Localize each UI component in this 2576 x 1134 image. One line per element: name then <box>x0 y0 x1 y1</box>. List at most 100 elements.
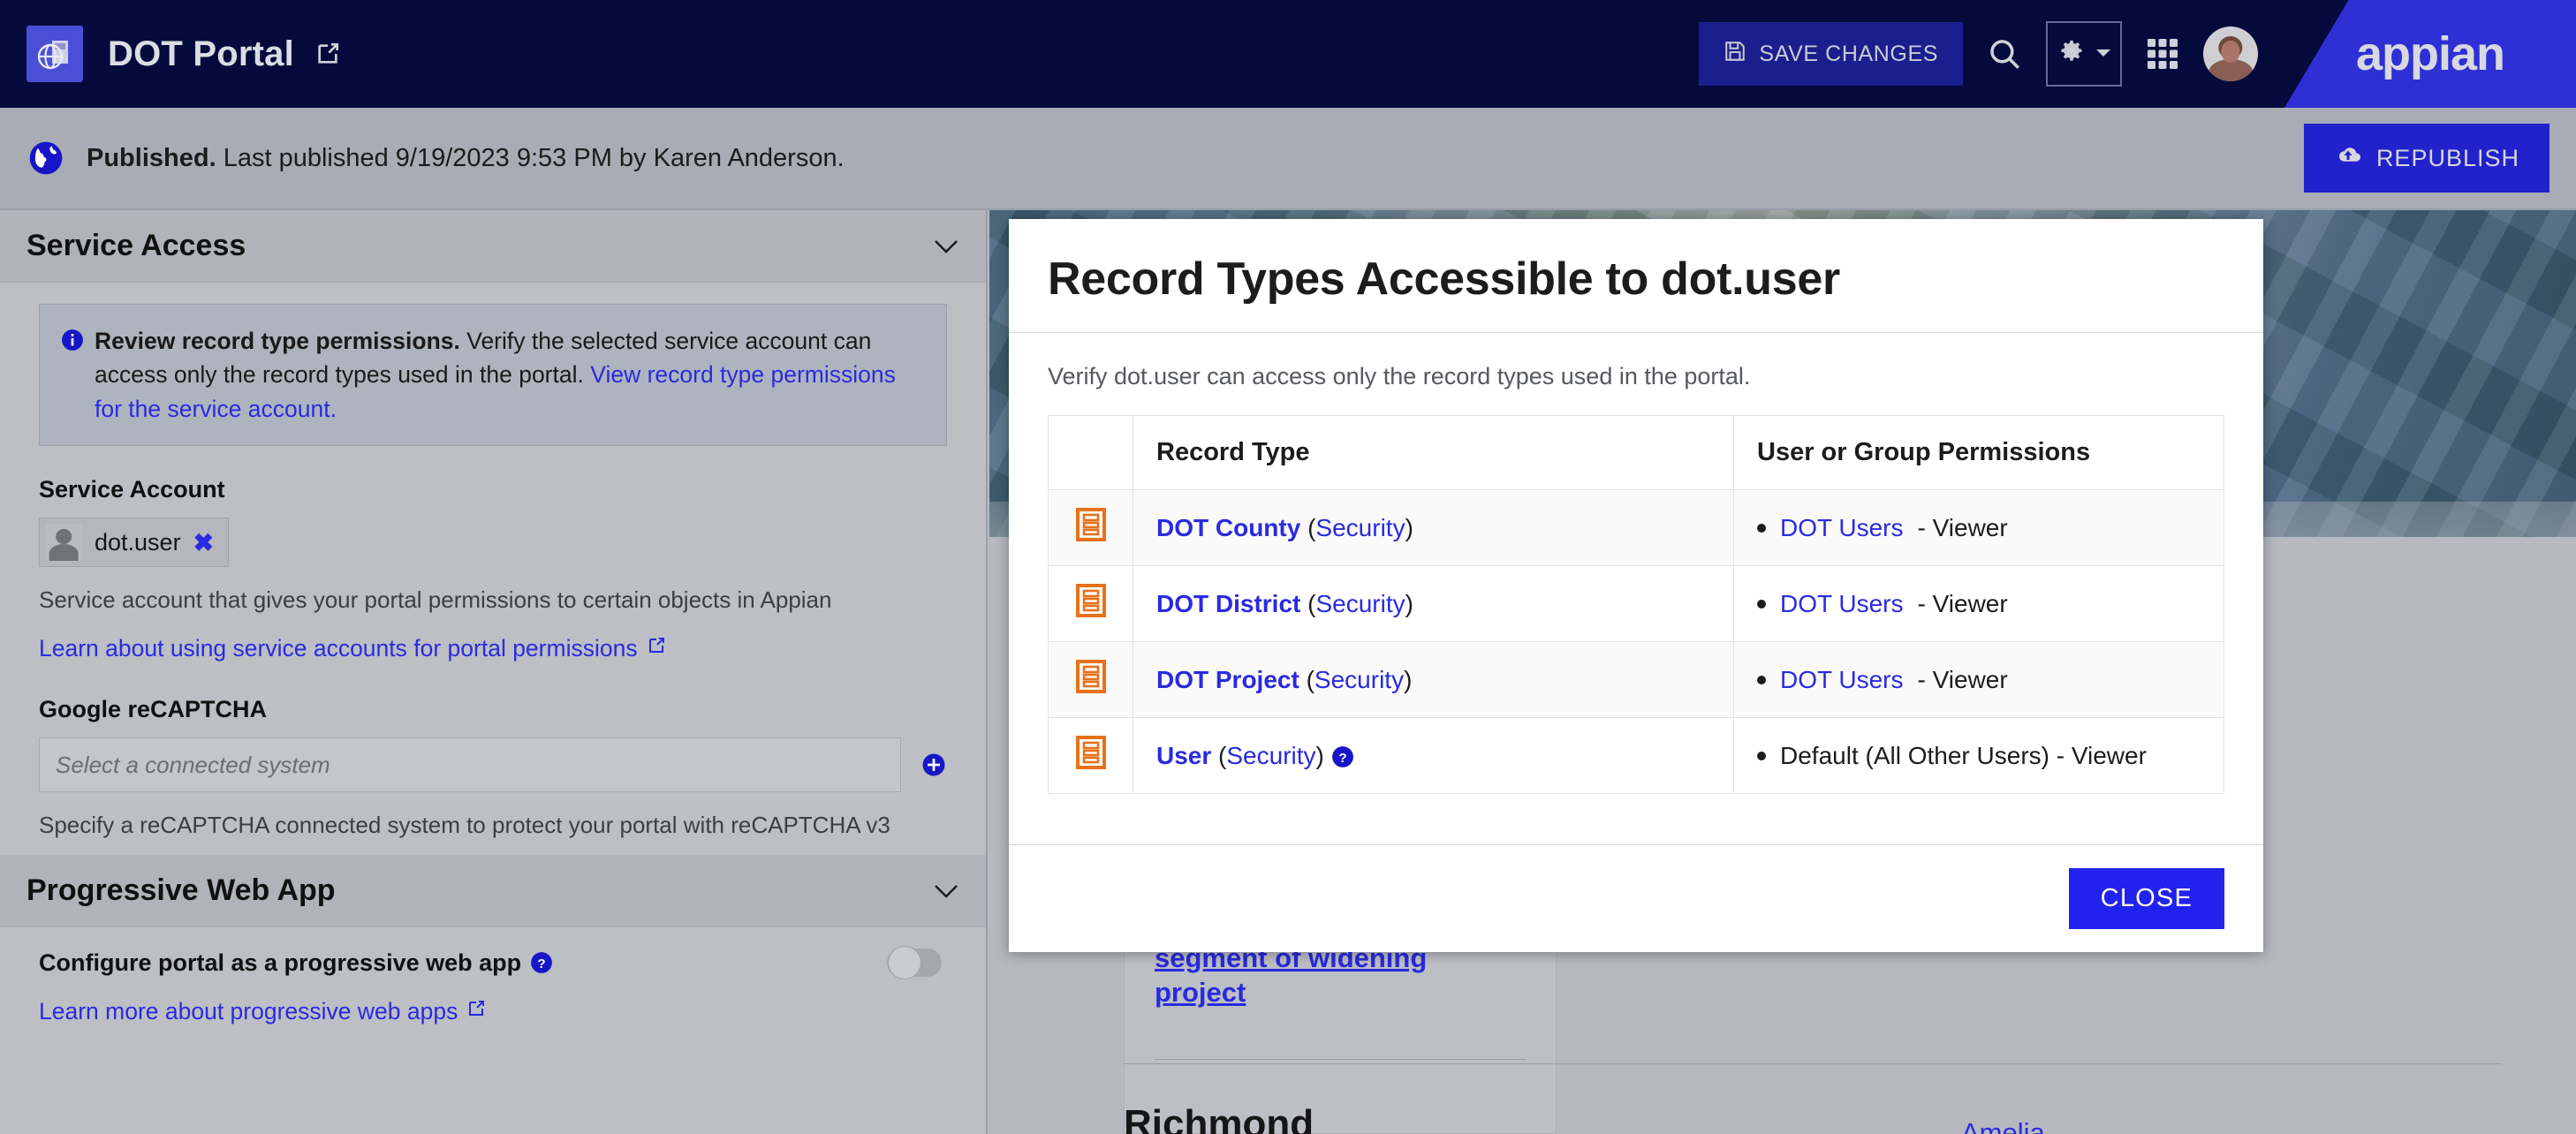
globe-icon <box>27 139 65 178</box>
security-link[interactable]: Security <box>1315 514 1405 541</box>
column-header-icon <box>1048 415 1133 490</box>
recaptcha-label: Google reCAPTCHA <box>39 696 268 723</box>
external-link-icon <box>646 635 667 662</box>
svg-text:?: ? <box>538 956 546 971</box>
save-changes-button[interactable]: SAVE CHANGES <box>1699 22 1963 86</box>
bullet-icon <box>1757 675 1766 684</box>
info-circle-icon <box>61 329 84 356</box>
recaptcha-select-row: Select a connected system <box>39 737 947 793</box>
modal-header: Record Types Accessible to dot.user <box>1009 219 2263 333</box>
publish-status-detail: Last published 9/19/2023 9:53 PM by Kare… <box>223 143 845 172</box>
table-row: DOT County (Security) DOT Users - Viewer <box>1048 489 2224 566</box>
security-link[interactable]: Security <box>1226 742 1315 769</box>
record-type-cell: DOT District (Security) <box>1133 565 1734 642</box>
permission-role: - Viewer <box>1917 513 2008 541</box>
service-account-learn-label: Learn about using service accounts for p… <box>39 635 638 662</box>
modal-footer: CLOSE <box>1009 844 2263 952</box>
help-circle-icon[interactable]: ? <box>530 951 553 974</box>
record-type-icon-cell <box>1048 565 1133 642</box>
richmond-block: Richmond View All Counties <box>1124 1102 1328 1134</box>
pwa-toggle-label-group: Configure portal as a progressive web ap… <box>39 949 553 977</box>
avatar[interactable] <box>2203 26 2258 81</box>
service-account-value: dot.user <box>95 528 181 556</box>
table-row: DOT District (Security) DOT Users - View… <box>1048 565 2224 642</box>
record-type-link[interactable]: DOT Project <box>1156 666 1299 693</box>
table-row: DOT Project (Security) DOT Users - Viewe… <box>1048 641 2224 718</box>
external-link-icon[interactable] <box>314 40 342 68</box>
callout-bold: Review record type permissions. <box>95 328 460 354</box>
settings-sidebar: Service Access Review record type permis… <box>0 210 988 1134</box>
permission-role: - Viewer <box>1917 589 2008 617</box>
security-link[interactable]: Security <box>1315 590 1405 617</box>
publish-status-text: Published. Last published 9/19/2023 9:53… <box>87 144 845 173</box>
modal-title: Record Types Accessible to dot.user <box>1048 253 1840 305</box>
service-account-label: Service Account <box>39 476 225 503</box>
permissions-cell: DOT Users - Viewer <box>1733 641 2224 718</box>
add-circle-icon[interactable] <box>921 752 947 778</box>
permission-group-link[interactable]: DOT Users <box>1780 590 1904 618</box>
service-account-chip[interactable]: dot.user ✖ <box>39 518 230 568</box>
publish-status-bar: Published. Last published 9/19/2023 9:53… <box>0 108 2576 210</box>
service-account-learn-link[interactable]: Learn about using service accounts for p… <box>39 635 667 662</box>
record-type-icon-cell <box>1048 641 1133 718</box>
permissions-cell: Default (All Other Users) - Viewer <box>1733 717 2224 794</box>
gear-icon <box>2057 38 2087 71</box>
portal-logo-icon <box>27 26 83 82</box>
column-header-record-type: Record Type <box>1133 415 1734 490</box>
cloud-upload-icon <box>2334 144 2362 173</box>
search-icon[interactable] <box>1986 35 2023 72</box>
toggle-knob <box>888 946 921 980</box>
record-type-cell: User (Security) ? <box>1133 717 1734 794</box>
record-types-modal: Record Types Accessible to dot.user Veri… <box>1009 219 2263 952</box>
pwa-toggle-switch[interactable] <box>887 946 942 980</box>
paren-close: ) <box>1404 665 1413 693</box>
record-types-table: Record Type User or Group Permissions DO… <box>1048 415 2224 794</box>
richmond-counties-column: Amelia Brunswick <box>1961 1102 2341 1134</box>
pwa-toggle-row: Configure portal as a progressive web ap… <box>39 946 947 980</box>
help-circle-icon[interactable]: ? <box>1331 745 1354 768</box>
permission-group-link[interactable]: DOT Users <box>1780 666 1904 694</box>
recaptcha-select[interactable]: Select a connected system <box>39 737 901 793</box>
callout-text: Review record type permissions. Verify t… <box>95 324 925 426</box>
pwa-toggle-label: Configure portal as a progressive web ap… <box>39 949 522 976</box>
record-type-icon <box>1075 584 1106 623</box>
republish-button[interactable]: REPUBLISH <box>2303 124 2549 193</box>
record-permissions-callout: Review record type permissions. Verify t… <box>39 304 947 447</box>
bullet-icon <box>1757 599 1766 609</box>
remove-x-icon[interactable]: ✖ <box>193 528 214 557</box>
permission-group-link[interactable]: DOT Users <box>1780 514 1904 542</box>
paren-close: ) <box>1405 589 1413 617</box>
section-header-service-access[interactable]: Service Access <box>0 210 986 283</box>
close-button[interactable]: CLOSE <box>2068 868 2224 929</box>
chevron-down-icon <box>933 238 959 254</box>
permissions-cell: DOT Users - Viewer <box>1733 489 2224 566</box>
table-body: DOT County (Security) DOT Users - Viewer <box>1048 489 2224 794</box>
user-avatar-icon <box>45 524 82 562</box>
column-header-permissions: User or Group Permissions <box>1733 415 2224 490</box>
service-access-body: Review record type permissions. Verify t… <box>0 283 986 855</box>
save-changes-label: SAVE CHANGES <box>1759 41 1938 66</box>
county-link[interactable]: Amelia <box>1961 1102 2045 1134</box>
republish-label: REPUBLISH <box>2375 144 2519 171</box>
recaptcha-field-block: Google reCAPTCHA Select a connected syst… <box>39 696 947 839</box>
table-header-row: Record Type User or Group Permissions <box>1048 415 2224 490</box>
grid-apps-icon[interactable] <box>2145 36 2180 72</box>
section-header-progressive-web-app[interactable]: Progressive Web App <box>0 855 986 928</box>
modal-body: Verify dot.user can access only the reco… <box>1009 333 2263 844</box>
settings-dropdown-button[interactable] <box>2046 21 2122 87</box>
table-row: User (Security) ? Default (All Other Use… <box>1048 717 2224 794</box>
record-type-link[interactable]: User <box>1156 742 1211 769</box>
security-link[interactable]: Security <box>1315 666 1404 693</box>
record-type-icon <box>1075 508 1106 547</box>
permissions-cell: DOT Users - Viewer <box>1733 565 2224 642</box>
record-type-cell: DOT Project (Security) <box>1133 641 1734 718</box>
richmond-title: Richmond <box>1124 1102 1315 1134</box>
record-type-link[interactable]: DOT County <box>1156 514 1300 541</box>
avatar-body <box>2209 59 2253 81</box>
pwa-learn-link[interactable]: Learn more about progressive web apps <box>39 998 487 1025</box>
chevron-down-icon <box>2095 47 2112 62</box>
chevron-down-icon <box>933 883 959 899</box>
record-type-link[interactable]: DOT District <box>1156 590 1300 617</box>
table-header: Record Type User or Group Permissions <box>1048 415 2224 490</box>
permission-item: DOT Users - Viewer <box>1757 514 2201 542</box>
